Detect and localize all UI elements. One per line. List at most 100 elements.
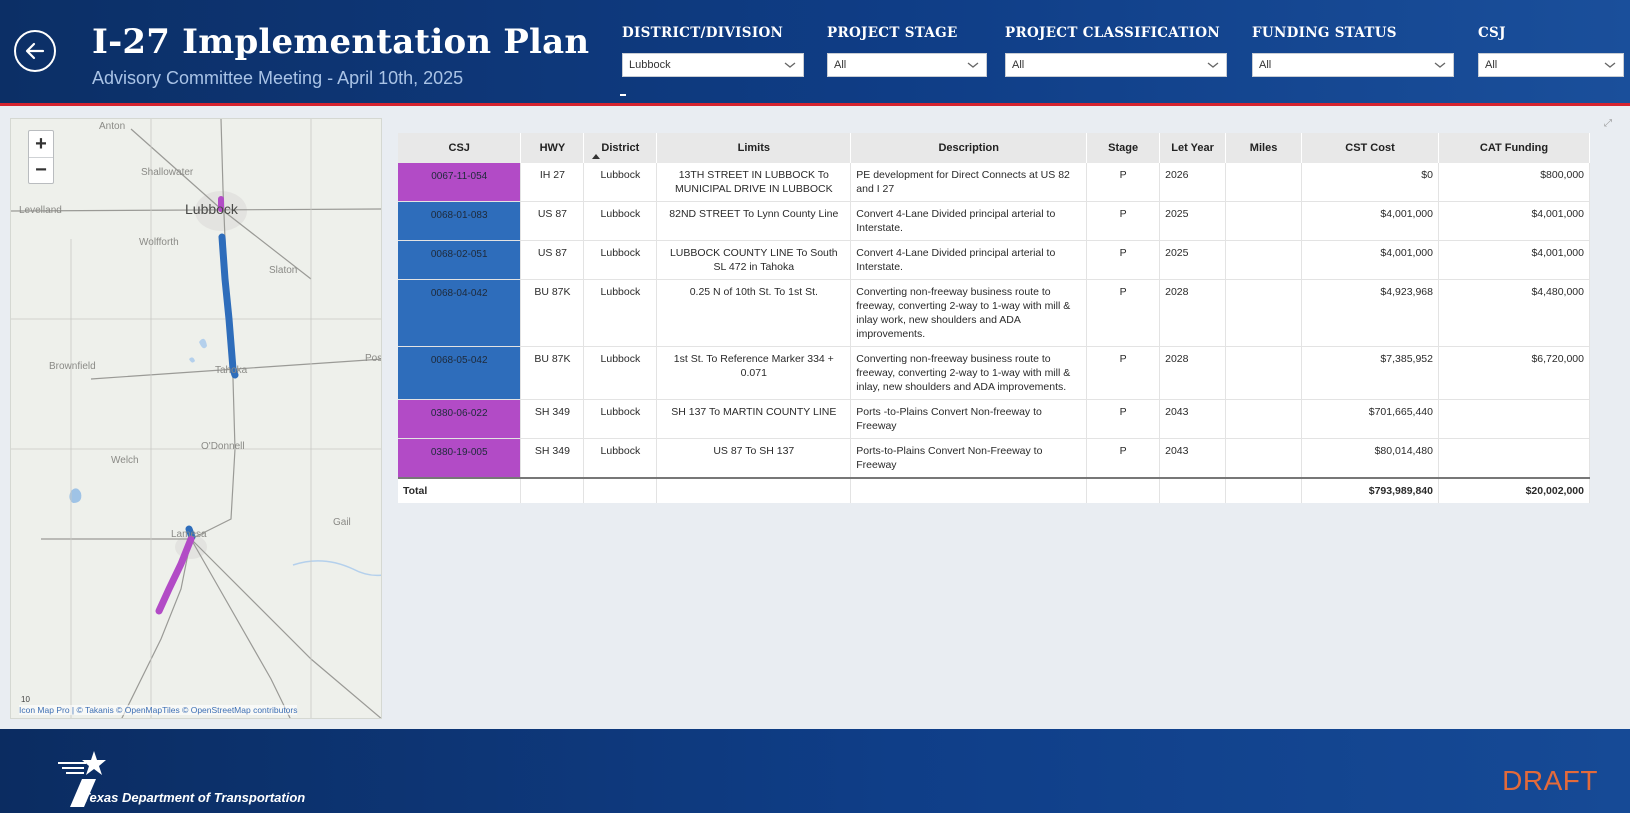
csj-dropdown[interactable]: All [1478,53,1624,77]
total-label: Total [398,477,522,503]
filter-label: PROJECT STAGE [827,25,958,41]
total-cst-cost: $793,989,840 [1301,477,1439,503]
hwy-cell: US 87 [520,240,585,280]
district-cell: Lubbock [583,346,658,400]
chevron-down-icon [967,62,979,68]
description-cell: Ports -to-Plains Convert Non-freeway to … [850,399,1088,439]
empty-cell [1086,477,1161,503]
limits-cell: 13TH STREET IN LUBBOCK To MUNICIPAL DRIV… [656,163,852,202]
zoom-out-button[interactable]: − [29,157,53,183]
chevron-down-icon [1207,62,1219,68]
dropdown-value: All [834,59,847,71]
table-row[interactable]: 0067-11-054 IH 27 Lubbock 13TH STREET IN… [398,163,1591,202]
description-cell: Convert 4-Lane Divided principal arteria… [850,240,1088,280]
filter-label: PROJECT CLASSIFICATION [1005,25,1220,41]
limits-cell: SH 137 To MARTIN COUNTY LINE [656,399,852,439]
dropdown-value: Lubbock [629,59,671,71]
cst-cost-cell: $80,014,480 [1301,438,1439,479]
filter-label: CSJ [1478,25,1506,41]
hwy-cell: BU 87K [520,346,585,400]
hwy-cell: SH 349 [520,399,585,439]
district-cell: Lubbock [583,163,658,202]
table-row[interactable]: 0380-19-005 SH 349 Lubbock US 87 To SH 1… [398,438,1591,479]
map-place-label: Shallowater [141,167,194,178]
map-scale: 10 [21,695,30,704]
table-total-row: Total $793,989,840 $20,002,000 [398,477,1591,503]
miles-cell [1225,279,1303,347]
cat-funding-cell [1438,438,1591,479]
limits-cell: LUBBOCK COUNTY LINE To South SL 472 in T… [656,240,852,280]
csj-cell: 0067-11-054 [398,163,522,202]
cst-cost-cell: $701,665,440 [1301,399,1439,439]
arrow-left-icon [25,42,45,60]
project-map[interactable]: + − Anton Shallowater Levelland Lubbock … [10,118,382,719]
let-year-cell: 2028 [1159,346,1227,400]
stage-cell: P [1086,346,1161,400]
csj-cell: 0068-04-042 [398,279,522,347]
miles-cell [1225,201,1303,241]
column-header-label: District [601,142,640,154]
filter-district: DISTRICT/DIVISION Lubbock [622,25,804,77]
miles-cell [1225,399,1303,439]
column-header-description[interactable]: Description [850,133,1088,163]
hwy-cell: BU 87K [520,279,585,347]
footer-bar: Texas Department of Transportation DRAFT [0,729,1630,813]
let-year-cell: 2026 [1159,163,1227,202]
stage-dropdown[interactable]: All [827,53,987,77]
column-header-district[interactable]: District [583,133,658,163]
empty-cell [1225,477,1303,503]
let-year-cell: 2028 [1159,279,1227,347]
filter-csj: CSJ All [1478,25,1624,77]
miles-cell [1225,346,1303,400]
funding-dropdown[interactable]: All [1252,53,1454,77]
focus-mode-icon[interactable]: ⤢ [1604,118,1612,129]
map-place-label: Levelland [19,205,62,216]
zoom-controls: + − [28,130,54,184]
column-header-stage[interactable]: Stage [1086,133,1161,163]
map-attribution[interactable]: Icon Map Pro | © Takanis © OpenMapTiles … [19,705,298,715]
table-row[interactable]: 0068-05-042 BU 87K Lubbock 1st St. To Re… [398,346,1591,400]
map-place-label: Tahoka [215,365,248,376]
limits-cell: US 87 To SH 137 [656,438,852,479]
hwy-cell: IH 27 [520,163,585,202]
table-row[interactable]: 0068-02-051 US 87 Lubbock LUBBOCK COUNTY… [398,240,1591,280]
zoom-in-button[interactable]: + [29,131,53,157]
dropdown-value: All [1012,59,1025,71]
cat-funding-cell: $4,001,000 [1438,201,1591,241]
miles-cell [1225,438,1303,479]
table-row[interactable]: 0380-06-022 SH 349 Lubbock SH 137 To MAR… [398,399,1591,439]
miles-cell [1225,163,1303,202]
miles-cell [1225,240,1303,280]
csj-cell: 0068-01-083 [398,201,522,241]
projects-table: CSJ HWY District Limits Description Stag… [398,133,1591,503]
map-place-label: Gail [333,517,351,528]
back-button[interactable] [14,30,56,72]
empty-cell [656,477,852,503]
district-dropdown[interactable]: Lubbock [622,53,804,77]
header-bar: I-27 Implementation Plan Advisory Commit… [0,0,1630,106]
column-header-limits[interactable]: Limits [656,133,852,163]
page-title: I-27 Implementation Plan [92,22,590,62]
let-year-cell: 2025 [1159,201,1227,241]
sort-ascending-icon [592,154,601,159]
table-row[interactable]: 0068-01-083 US 87 Lubbock 82ND STREET To… [398,201,1591,241]
empty-cell [520,477,585,503]
chevron-down-icon [1604,62,1616,68]
cat-funding-cell: $4,480,000 [1438,279,1591,347]
column-header-miles[interactable]: Miles [1225,133,1303,163]
map-place-label: Lubbock [185,201,238,217]
column-header-cst-cost[interactable]: CST Cost [1301,133,1439,163]
column-header-let-year[interactable]: Let Year [1159,133,1227,163]
table-row[interactable]: 0068-04-042 BU 87K Lubbock 0.25 N of 10t… [398,279,1591,347]
agency-name: Texas Department of Transportation [82,790,306,805]
column-header-csj[interactable]: CSJ [398,133,522,163]
dropdown-value: All [1485,59,1498,71]
description-cell: PE development for Direct Connects at US… [850,163,1088,202]
column-header-cat-funding[interactable]: CAT Funding [1438,133,1591,163]
classification-dropdown[interactable]: All [1005,53,1227,77]
district-cell: Lubbock [583,201,658,241]
description-cell: Ports-to-Plains Convert Non-Freeway to F… [850,438,1088,479]
column-header-hwy[interactable]: HWY [520,133,585,163]
let-year-cell: 2043 [1159,438,1227,479]
projects-table-panel: ⤢ CSJ HWY District Limits Description St… [398,118,1616,719]
